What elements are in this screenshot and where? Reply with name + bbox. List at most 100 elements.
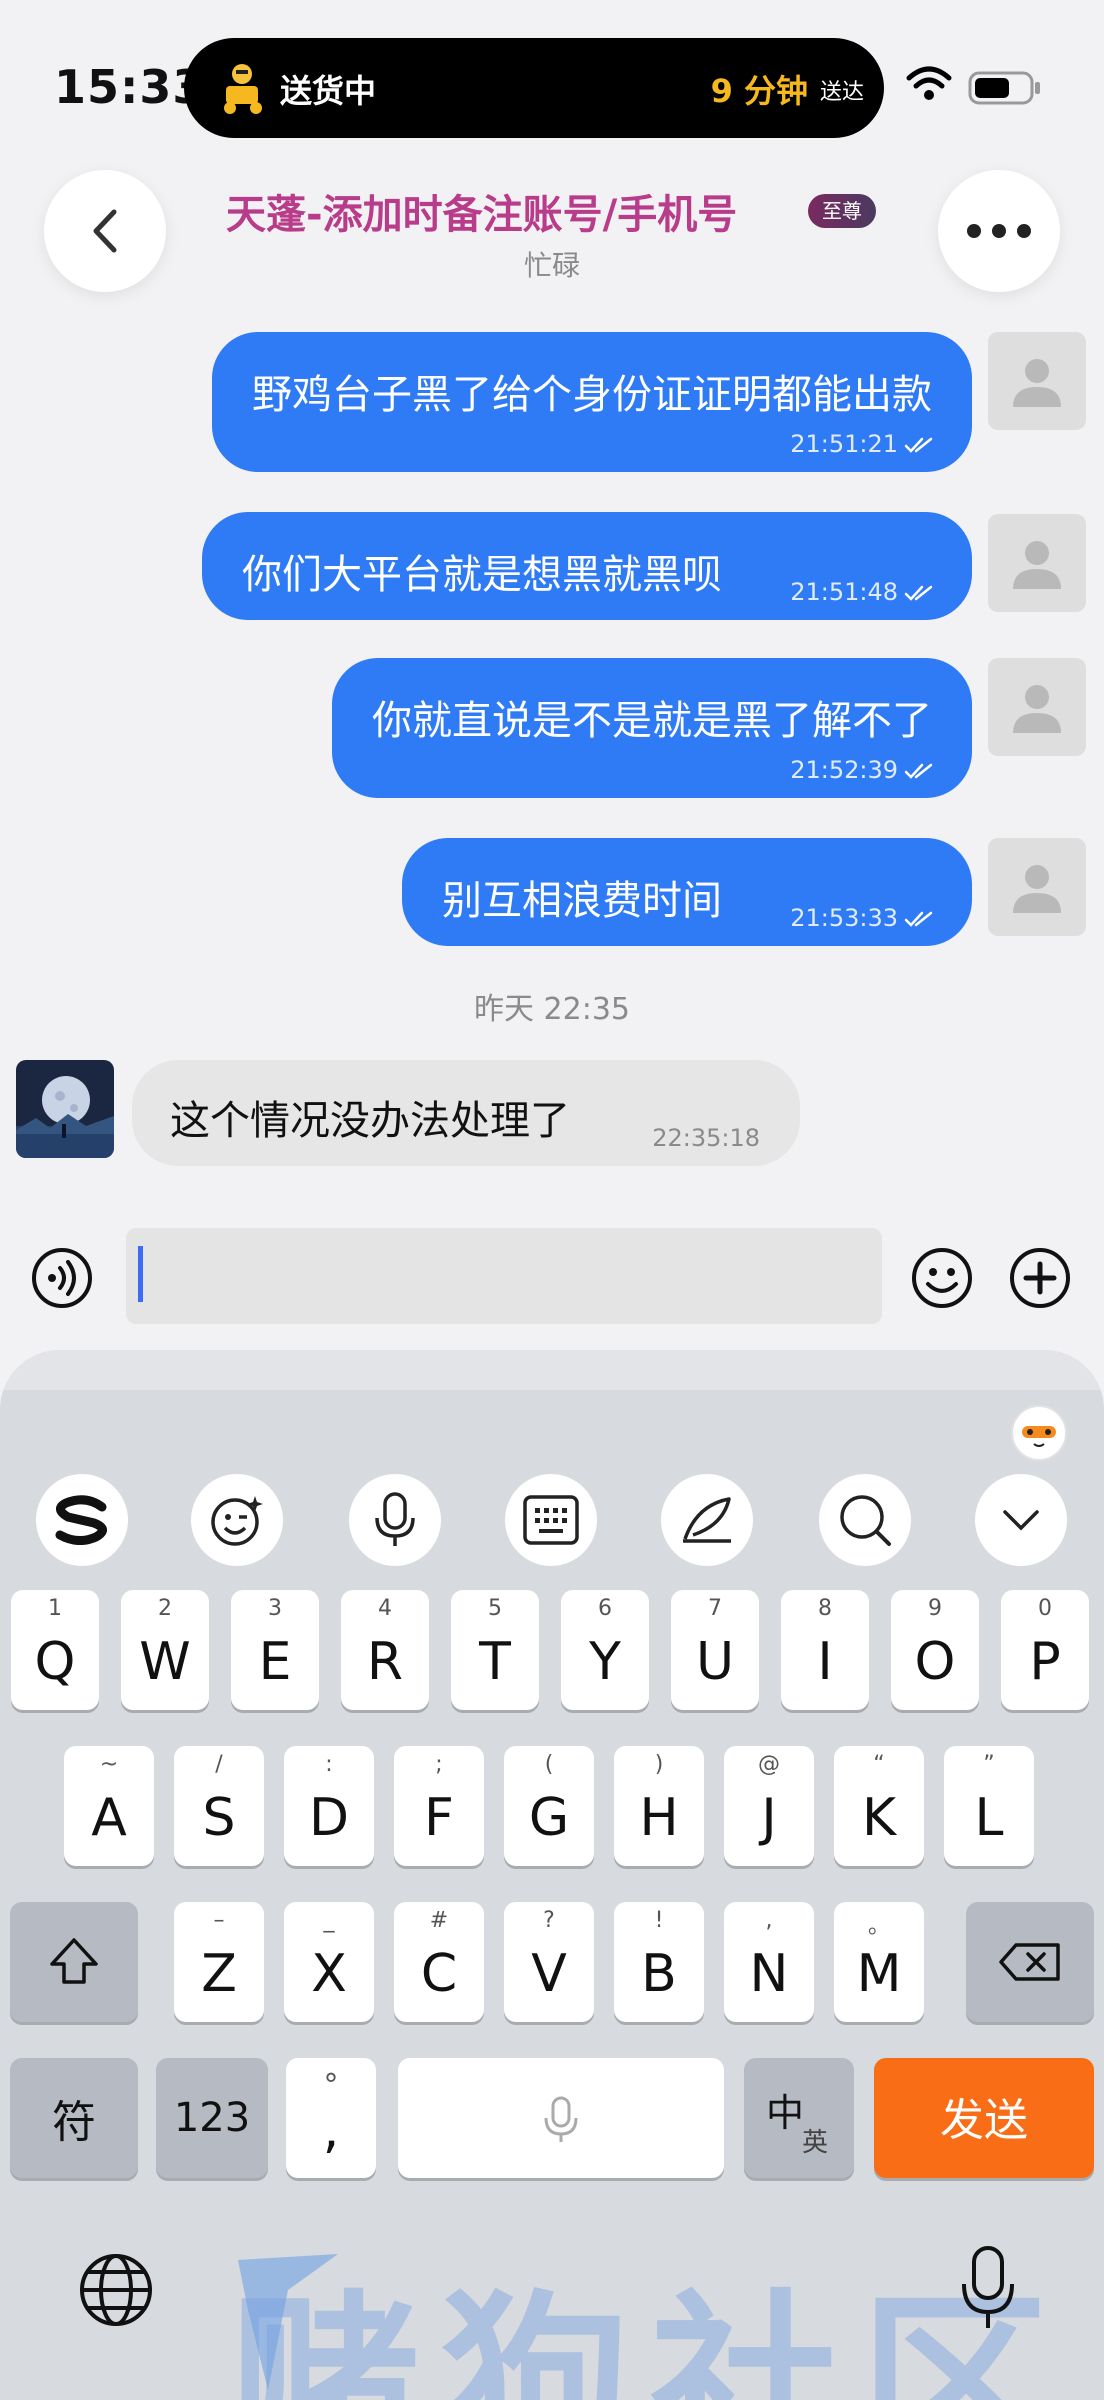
delivery-label: 送货中 [280, 72, 377, 110]
emoji-sparkle-icon [211, 1496, 263, 1546]
key-d[interactable]: :D [284, 1746, 374, 1866]
add-attachment-icon[interactable] [1008, 1246, 1072, 1310]
user-placeholder-icon [1013, 541, 1061, 589]
key-label: W [139, 1632, 191, 1692]
backspace-icon [999, 1943, 1060, 1981]
key-p[interactable]: 0P [1001, 1590, 1089, 1710]
key-sub-label: ? [543, 1908, 555, 1933]
message-bubble-outgoing[interactable]: 别互相浪费时间 21:53:33 [402, 838, 972, 946]
key-q[interactable]: 1Q [11, 1590, 99, 1710]
key-r[interactable]: 4R [341, 1590, 429, 1710]
key-label: Z [201, 1944, 237, 2004]
text-cursor [138, 1246, 143, 1302]
wifi-icon [906, 66, 952, 100]
read-check-icon [904, 911, 933, 927]
key-e[interactable]: 3E [231, 1590, 319, 1710]
key-sub-label: @ [758, 1752, 780, 1777]
search-toolbar-button[interactable] [819, 1474, 911, 1566]
dynamic-island-delivery[interactable]: 送货中 9 分钟 送达 [184, 38, 884, 138]
more-options-button[interactable] [938, 170, 1060, 292]
message-list[interactable]: 野鸡台子黑了给个身份证证明都能出款 21:51:21 你们大平台就是想黑就黑呗 … [0, 320, 1104, 1210]
handwriting-button[interactable] [661, 1474, 753, 1566]
message-bubble-outgoing[interactable]: 野鸡台子黑了给个身份证证明都能出款 21:51:21 [212, 332, 972, 472]
contact-avatar[interactable] [16, 1060, 114, 1158]
message-bubble-outgoing[interactable]: 你们大平台就是想黑就黑呗 21:51:48 [202, 512, 972, 620]
dictation-microphone-icon[interactable] [960, 2246, 1016, 2330]
message-input[interactable] [126, 1228, 882, 1324]
numbers-key[interactable]: 123 [156, 2058, 268, 2178]
key-c[interactable]: # C [394, 1902, 484, 2022]
voice-toolbar-button[interactable] [349, 1474, 441, 1566]
key-label: E [258, 1632, 292, 1692]
language-switch-key[interactable]: 中 英 [744, 2058, 854, 2178]
emoji-icon[interactable] [910, 1246, 974, 1310]
message-meta: 21:51:21 [790, 430, 934, 458]
key-label: D [308, 1788, 350, 1848]
key-l[interactable]: ” L [944, 1746, 1034, 1866]
collapse-keyboard-button[interactable] [975, 1474, 1067, 1566]
my-avatar[interactable] [988, 838, 1086, 936]
key-label: B [641, 1944, 677, 2004]
key-v[interactable]: ? V [504, 1902, 594, 2022]
key-label: Y [589, 1632, 621, 1692]
key-u[interactable]: 7U [671, 1590, 759, 1710]
key-label: A [91, 1788, 127, 1848]
shift-key[interactable] [10, 1902, 138, 2022]
message-bubble-incoming[interactable]: 这个情况没办法处理了 22:35:18 [132, 1060, 800, 1166]
key-z[interactable]: – Z [174, 1902, 264, 2022]
my-avatar[interactable] [988, 514, 1086, 612]
sogou-logo-button[interactable] [36, 1474, 128, 1566]
send-key[interactable]: 发送 [874, 2058, 1094, 2178]
keyboard-switch-button[interactable] [505, 1474, 597, 1566]
key-sub-label: ° [323, 2068, 339, 2103]
punctuation-key[interactable]: ° , [286, 2058, 376, 2178]
read-check-icon [904, 763, 933, 779]
key-o[interactable]: 9O [891, 1590, 979, 1710]
key-i[interactable]: 8I [781, 1590, 869, 1710]
my-avatar[interactable] [988, 332, 1086, 430]
globe-icon[interactable] [78, 2252, 154, 2328]
key-label: X [311, 1944, 347, 2004]
pen-icon [683, 1497, 731, 1543]
key-x[interactable]: _ X [284, 1902, 374, 2022]
voice-input-icon[interactable] [30, 1246, 94, 1310]
key-sub-label: 3 [268, 1596, 282, 1621]
key-k[interactable]: “K [834, 1746, 924, 1866]
key-label: 123 [173, 2095, 251, 2141]
read-check-icon [904, 585, 933, 601]
key-b[interactable]: ! B [614, 1902, 704, 2022]
key-g[interactable]: (G [504, 1746, 594, 1866]
contact-status: 忙碌 [523, 249, 580, 282]
key-sub-label: 2 [158, 1596, 172, 1621]
backspace-key[interactable] [966, 1902, 1094, 2022]
key-sub-label: _ [323, 1908, 335, 1933]
moon-night-avatar-image [16, 1060, 114, 1158]
symbols-key[interactable]: 符 [10, 2058, 138, 2178]
key-sub-label: 1 [48, 1596, 62, 1621]
key-y[interactable]: 6Y [561, 1590, 649, 1710]
key-label: 符 [52, 2097, 96, 2148]
key-f[interactable]: ; F [394, 1746, 484, 1866]
key-n[interactable]: ,N [724, 1902, 814, 2022]
key-label: U [695, 1632, 735, 1692]
message-time: 21:51:21 [790, 430, 898, 458]
key-sub-label: 英 [802, 2128, 829, 2158]
key-a[interactable]: ~ A [64, 1746, 154, 1866]
status-time: 15:33 [54, 60, 206, 114]
key-label: K [861, 1788, 897, 1848]
key-t[interactable]: 5T [451, 1590, 539, 1710]
key-h[interactable]: ) H [614, 1746, 704, 1866]
keyboard-mascot-icon[interactable] [1008, 1400, 1070, 1462]
key-label: T [479, 1632, 511, 1692]
key-w[interactable]: 2W [121, 1590, 209, 1710]
message-bubble-outgoing[interactable]: 你就直说是不是就是黑了解不了 21:52:39 [332, 658, 972, 798]
emoji-toolbar-button[interactable] [191, 1474, 283, 1566]
key-s[interactable]: / S [174, 1746, 264, 1866]
key-sub-label: 0 [1038, 1596, 1052, 1621]
space-key[interactable] [398, 2058, 724, 2178]
key-m[interactable]: 。 M [834, 1902, 924, 2022]
key-label: V [531, 1944, 567, 2004]
my-avatar[interactable] [988, 658, 1086, 756]
key-j[interactable]: @ J [724, 1746, 814, 1866]
message-text: 你就直说是不是就是黑了解不了 [372, 698, 932, 744]
